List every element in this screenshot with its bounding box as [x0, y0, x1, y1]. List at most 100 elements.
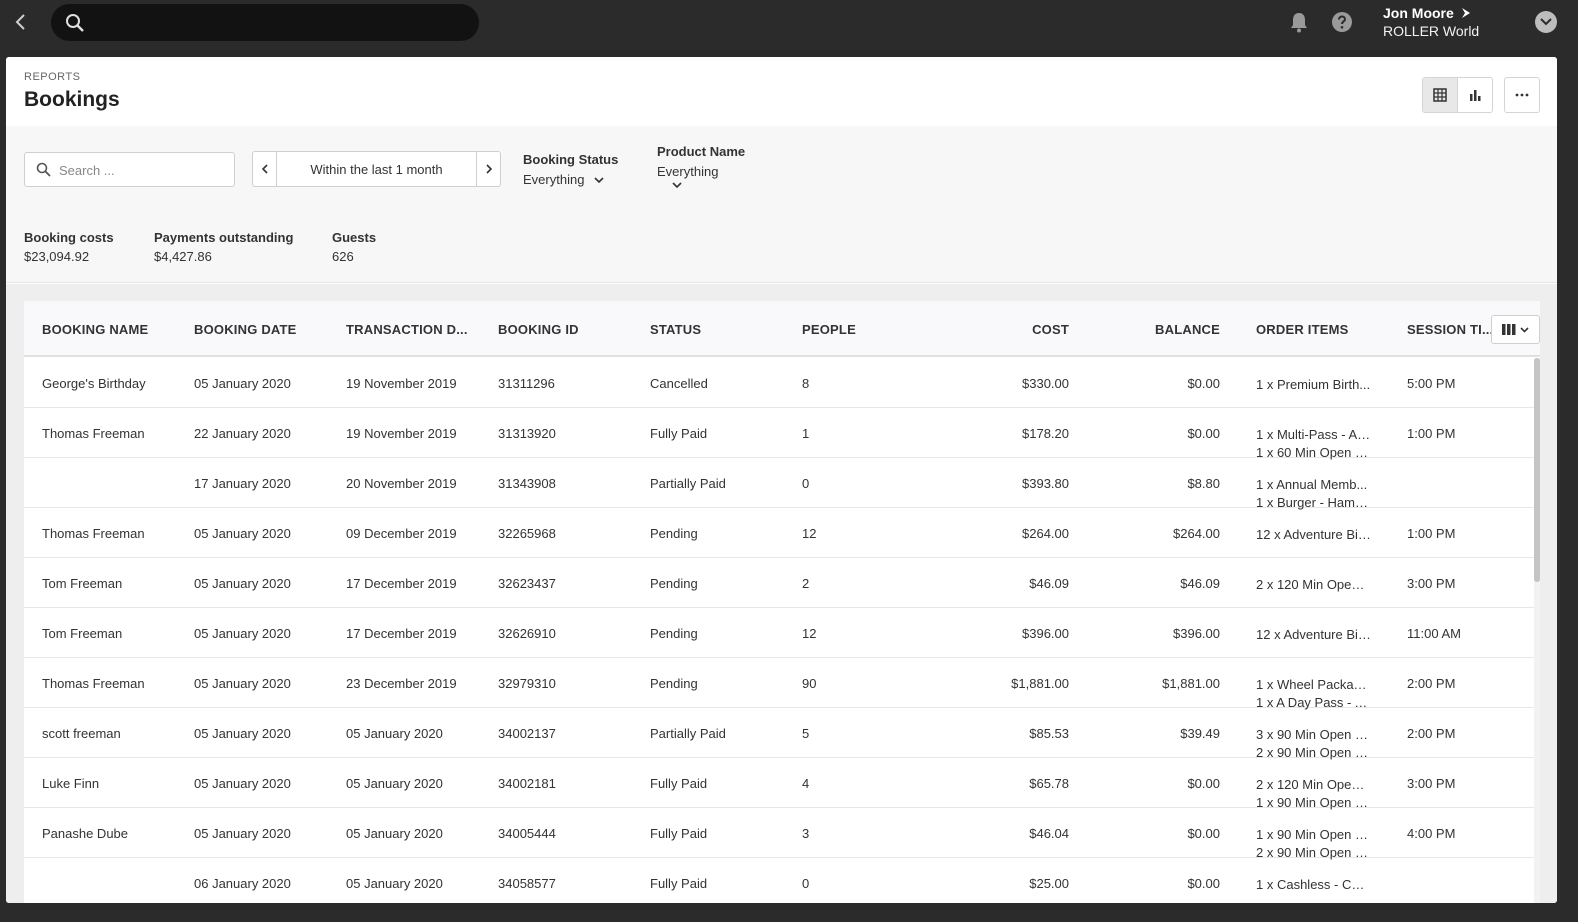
- table-row[interactable]: Thomas Freeman 05 January 2020 09 December…: [24, 508, 1534, 558]
- order-item-line: 3 x 90 Min Open J...: [1256, 727, 1371, 742]
- cell-balance: $46.09: [1180, 576, 1220, 591]
- cell-booking-date: 06 January 2020: [194, 876, 291, 891]
- table-body: George's Birthday 05 January 2020 19 Novem…: [24, 358, 1534, 903]
- table-row[interactable]: Thomas Freeman 22 January 2020 19 November…: [24, 408, 1534, 460]
- column-header-session-time[interactable]: SESSION TI...: [1407, 322, 1493, 337]
- table-row[interactable]: Tom Freeman 05 January 2020 17 December 20…: [24, 608, 1534, 658]
- cell-balance: $39.49: [1180, 726, 1220, 741]
- table-scrollbar[interactable]: [1534, 358, 1540, 903]
- report-search: [24, 152, 235, 187]
- bell-icon[interactable]: [1289, 11, 1309, 33]
- cell-booking-date: 05 January 2020: [194, 676, 291, 691]
- breadcrumb: REPORTS: [24, 71, 81, 83]
- cell-order-items: 12 x Adventure Bir...: [1256, 626, 1371, 644]
- table-row[interactable]: 06 January 2020 05 January 2020 34058577 Fu…: [24, 858, 1534, 903]
- cell-booking-id: 34005444: [498, 826, 556, 841]
- cell-transaction-date: 17 December 2019: [346, 626, 457, 641]
- global-search-input[interactable]: [51, 4, 479, 41]
- previous-period-button[interactable]: [253, 152, 277, 186]
- cell-session-time: 3:00 PM: [1407, 576, 1456, 591]
- cell-cost: $264.00: [1022, 526, 1069, 541]
- org-name: ROLLER World: [1383, 23, 1480, 39]
- cell-booking-date: 05 January 2020: [194, 576, 291, 591]
- column-header-transaction-date[interactable]: TRANSACTION D...: [346, 322, 468, 337]
- chevron-left-icon: [15, 14, 25, 30]
- cell-transaction-date: 20 November 2019: [346, 476, 457, 491]
- search-icon: [66, 14, 84, 32]
- cell-transaction-date: 17 December 2019: [346, 576, 457, 591]
- cell-transaction-date: 05 January 2020: [346, 726, 443, 741]
- cell-session-time: 1:00 PM: [1407, 426, 1456, 441]
- view-toggle: [1422, 77, 1493, 113]
- table-row[interactable]: Luke Finn 05 January 2020 05 January 2020 3…: [24, 758, 1534, 810]
- bookings-table: BOOKING NAME BOOKING DATE TRANSACTION D.…: [24, 301, 1540, 903]
- table-row[interactable]: Panashe Dube 05 January 2020 05 January 20…: [24, 808, 1534, 860]
- back-button[interactable]: [10, 11, 32, 33]
- table-header: BOOKING NAME BOOKING DATE TRANSACTION D.…: [24, 301, 1540, 357]
- column-header-booking-date[interactable]: BOOKING DATE: [194, 322, 297, 337]
- cell-balance: $0.00: [1187, 876, 1220, 891]
- table-row[interactable]: 17 January 2020 20 November 2019 31343908 P…: [24, 458, 1534, 510]
- cell-status: Fully Paid: [650, 776, 708, 791]
- table-row[interactable]: Thomas Freeman 05 January 2020 23 December…: [24, 658, 1534, 710]
- column-header-status[interactable]: STATUS: [650, 322, 701, 337]
- cell-booking-name: Tom Freeman: [42, 576, 123, 591]
- cell-booking-name: Tom Freeman: [42, 626, 123, 641]
- cell-order-items: 1 x Wheel Packag... 1 x A Day Pass - A...: [1256, 676, 1371, 712]
- cell-order-items: 3 x 90 Min Open J... 2 x 90 Min Open J...: [1256, 726, 1371, 762]
- user-info[interactable]: Jon Moore ROLLER World: [1383, 4, 1480, 40]
- cell-people: 12: [802, 526, 817, 541]
- table-area: BOOKING NAME BOOKING DATE TRANSACTION D.…: [6, 284, 1557, 903]
- order-item-line: 12 x Adventure Bir...: [1256, 627, 1371, 642]
- cell-transaction-date: 05 January 2020: [346, 776, 443, 791]
- column-header-people[interactable]: PEOPLE: [802, 322, 856, 337]
- user-name: Jon Moore: [1383, 4, 1454, 21]
- more-options-button[interactable]: [1504, 77, 1540, 113]
- cell-balance: $0.00: [1187, 826, 1220, 841]
- column-header-balance[interactable]: BALANCE: [1155, 322, 1220, 337]
- cell-status: Fully Paid: [650, 826, 708, 841]
- column-header-booking-name[interactable]: BOOKING NAME: [42, 322, 148, 337]
- cell-cost: $46.09: [1029, 576, 1069, 591]
- columns-icon: [1502, 324, 1516, 335]
- column-picker-button[interactable]: [1491, 315, 1540, 344]
- cell-balance: $0.00: [1187, 376, 1220, 391]
- more-horizontal-icon: [1515, 93, 1529, 97]
- help-icon[interactable]: [1331, 11, 1353, 33]
- guests-label: Guests: [332, 230, 377, 245]
- table-row[interactable]: Tom Freeman 05 January 2020 17 December 20…: [24, 558, 1534, 608]
- search-input[interactable]: [59, 160, 229, 180]
- cell-cost: $178.20: [1022, 426, 1069, 441]
- cell-balance: $264.00: [1173, 526, 1220, 541]
- cell-order-items: 2 x 120 Min Open ... 1 x 90 Min Open J...: [1256, 776, 1371, 812]
- column-header-order-items[interactable]: ORDER ITEMS: [1256, 322, 1348, 337]
- filters-panel: Within the last 1 month Booking Status E…: [6, 126, 1557, 283]
- cell-cost: $25.00: [1029, 876, 1069, 891]
- cell-transaction-date: 05 January 2020: [346, 876, 443, 891]
- cell-booking-date: 05 January 2020: [194, 376, 291, 391]
- payments-outstanding-label: Payments outstanding: [154, 230, 294, 245]
- cell-status: Fully Paid: [650, 876, 708, 891]
- cell-people: 4: [802, 776, 810, 791]
- chart-view-button[interactable]: [1458, 78, 1493, 112]
- order-item-line: 2 x 120 Min Open ...: [1256, 777, 1371, 792]
- column-header-cost[interactable]: COST: [1032, 322, 1069, 337]
- cell-order-items: 12 x Adventure Bir...: [1256, 526, 1371, 544]
- date-range-label[interactable]: Within the last 1 month: [277, 152, 476, 186]
- table-view-button[interactable]: [1423, 78, 1458, 112]
- cell-booking-name: George's Birthday: [42, 376, 146, 391]
- chevron-down-icon: [672, 182, 682, 188]
- product-name-filter[interactable]: Product Name Everything: [657, 144, 745, 188]
- cell-booking-name: Thomas Freeman: [42, 676, 145, 691]
- scrollbar-thumb[interactable]: [1534, 358, 1540, 582]
- table-row[interactable]: scott freeman 05 January 2020 05 January 2…: [24, 708, 1534, 760]
- booking-status-label: Booking Status: [523, 152, 619, 167]
- column-header-booking-id[interactable]: BOOKING ID: [498, 322, 579, 337]
- table-row[interactable]: George's Birthday 05 January 2020 19 Novem…: [24, 358, 1534, 408]
- cell-balance: $396.00: [1173, 626, 1220, 641]
- user-menu-button[interactable]: [1535, 11, 1557, 33]
- order-item-line: 1 x Wheel Packag...: [1256, 677, 1371, 692]
- next-period-button[interactable]: [476, 152, 500, 186]
- booking-status-filter[interactable]: Booking Status Everything: [523, 152, 618, 187]
- page-title: Bookings: [24, 88, 120, 111]
